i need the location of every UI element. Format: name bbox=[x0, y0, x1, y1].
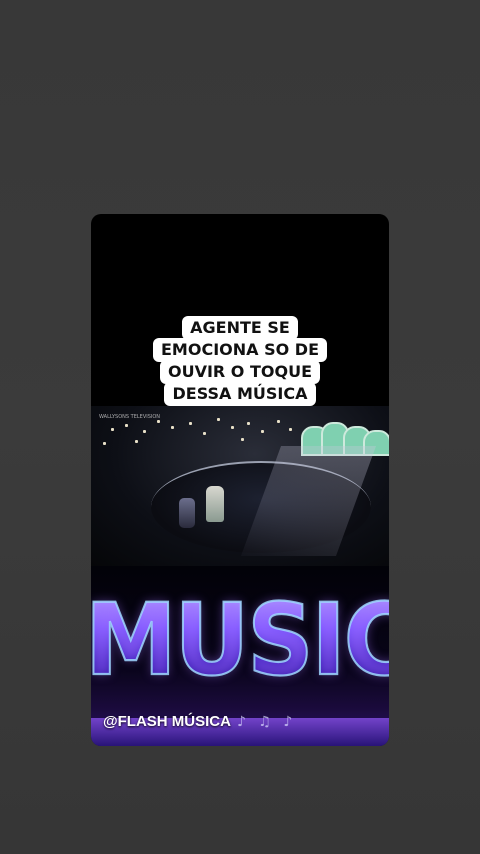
performer-figure bbox=[179, 498, 195, 528]
caption-line-4: DESSA MÚSICA bbox=[164, 382, 316, 406]
caption-line-3: OUVIR O TOQUE bbox=[159, 360, 321, 384]
music-banner: MUSIC MUSIC @FLASH MÚSICA ♪ ♫ ♪ bbox=[91, 566, 389, 746]
caption-line-2: EMOCIONA SO DE bbox=[153, 338, 327, 362]
video-frame[interactable]: WALLYSONS TELEVISION bbox=[91, 406, 389, 566]
performer-figure bbox=[206, 486, 224, 522]
watermark-text: @FLASH MÚSICA bbox=[103, 713, 231, 730]
caption-text: AGENTE SE EMOCIONA SO DE OUVIR O TOQUE D… bbox=[91, 316, 389, 406]
music-word-outline: MUSIC bbox=[91, 581, 389, 699]
screen: AGENTE SE EMOCIONA SO DE OUVIR O TOQUE D… bbox=[0, 0, 480, 854]
caption-line-1: AGENTE SE bbox=[182, 316, 298, 340]
story-card[interactable]: AGENTE SE EMOCIONA SO DE OUVIR O TOQUE D… bbox=[91, 214, 389, 746]
music-notes-icon: ♪ ♫ ♪ bbox=[236, 713, 297, 730]
video-stamp: WALLYSONS TELEVISION bbox=[99, 414, 161, 420]
watermark: @FLASH MÚSICA ♪ ♫ ♪ bbox=[103, 713, 296, 730]
